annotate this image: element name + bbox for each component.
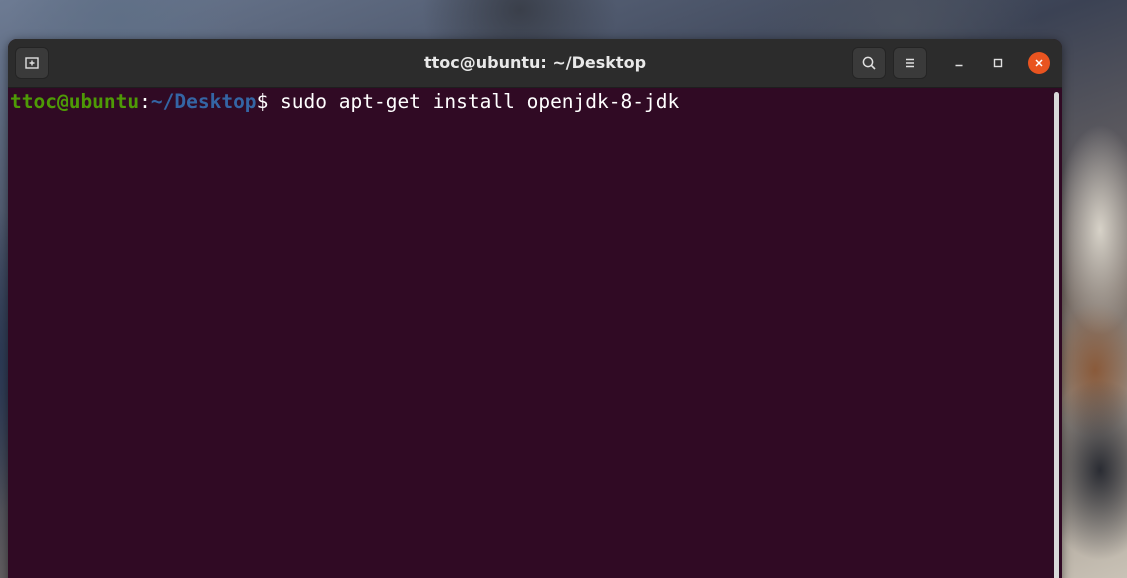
menu-button[interactable]	[893, 47, 927, 79]
search-button[interactable]	[852, 47, 886, 79]
prompt-colon: :	[139, 90, 151, 113]
maximize-icon	[993, 58, 1003, 68]
typed-command: sudo apt-get install openjdk-8-jdk	[280, 90, 680, 113]
maximize-button[interactable]	[987, 52, 1009, 74]
terminal-window: ttoc@ubuntu: ~/Desktop ttoc@ubuntu:~/Des…	[8, 39, 1062, 578]
scrollbar[interactable]	[1053, 88, 1062, 578]
minimize-icon	[955, 64, 963, 67]
new-tab-icon	[25, 57, 39, 69]
prompt-user: ttoc@ubuntu	[10, 90, 140, 113]
prompt-dollar: $	[256, 90, 281, 113]
search-icon	[862, 56, 876, 70]
close-button[interactable]	[1028, 52, 1050, 74]
hamburger-menu-icon	[906, 58, 914, 68]
new-tab-button[interactable]	[15, 47, 49, 79]
scrollbar-thumb[interactable]	[1054, 92, 1059, 578]
desktop-background: ttoc@ubuntu: ~/Desktop ttoc@ubuntu:~/Des…	[0, 0, 1127, 578]
titlebar: ttoc@ubuntu: ~/Desktop	[8, 39, 1062, 88]
close-icon	[1035, 59, 1043, 67]
minimize-button[interactable]	[948, 52, 970, 74]
terminal-output[interactable]: ttoc@ubuntu:~/Desktop$ sudo apt-get inst…	[8, 88, 1053, 578]
prompt-path: ~/Desktop	[150, 90, 257, 113]
